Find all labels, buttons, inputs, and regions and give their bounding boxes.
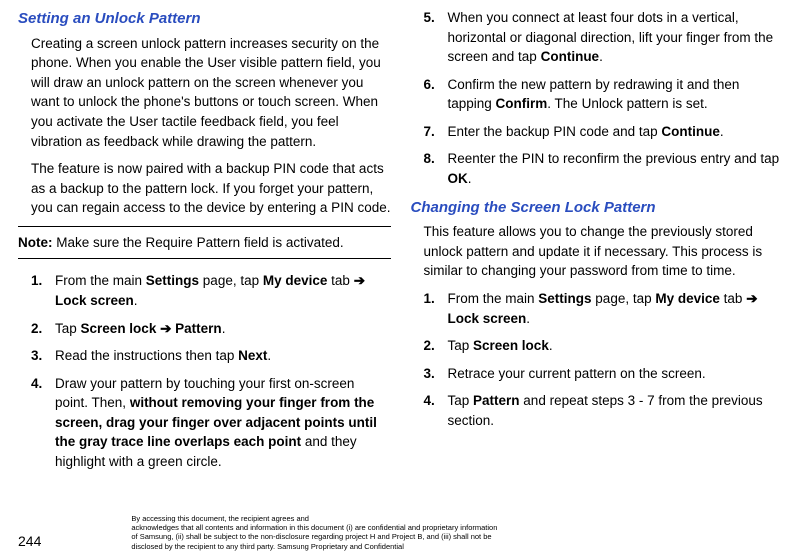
step-number: 7. <box>424 122 448 142</box>
bold-text: Settings <box>538 291 591 306</box>
text: . <box>468 171 472 186</box>
step-content: Tap Screen lock ➔ Pattern. <box>55 319 391 339</box>
footer-line: acknowledges that all contents and infor… <box>131 523 497 532</box>
bold-text: My device <box>263 273 328 288</box>
step-content: Enter the backup PIN code and tap Contin… <box>448 122 784 142</box>
bold-text: Lock screen <box>448 311 527 326</box>
step-number: 2. <box>424 336 448 356</box>
step-number: 2. <box>31 319 55 339</box>
step-content: Reenter the PIN to reconfirm the previou… <box>448 149 784 188</box>
bold-text: OK <box>448 171 468 186</box>
bold-text: Continue <box>661 124 720 139</box>
step-item: 1. From the main Settings page, tap My d… <box>31 271 391 310</box>
bold-text: Lock screen <box>55 293 134 308</box>
text: From the main <box>448 291 539 306</box>
text: When you connect at least four dots in a… <box>448 10 774 64</box>
step-number: 4. <box>31 374 55 472</box>
para-change-intro: This feature allows you to change the pr… <box>424 222 784 281</box>
heading-setting-unlock: Setting an Unlock Pattern <box>18 8 391 30</box>
step-content: From the main Settings page, tap My devi… <box>55 271 391 310</box>
footer-line: By accessing this document, the recipien… <box>131 514 309 523</box>
two-column-layout: Setting an Unlock Pattern Creating a scr… <box>18 8 783 479</box>
text: page, tap <box>592 291 656 306</box>
steps-list-right-b: 1. From the main Settings page, tap My d… <box>424 289 784 430</box>
text: Tap <box>448 393 474 408</box>
text: . <box>549 338 553 353</box>
step-item: 4. Draw your pattern by touching your fi… <box>31 374 391 472</box>
step-number: 1. <box>31 271 55 310</box>
step-number: 8. <box>424 149 448 188</box>
step-content: Retrace your current pattern on the scre… <box>448 364 784 384</box>
step-number: 3. <box>31 346 55 366</box>
step-number: 3. <box>424 364 448 384</box>
step-number: 4. <box>424 391 448 430</box>
text: page, tap <box>199 273 263 288</box>
step-item: 1. From the main Settings page, tap My d… <box>424 289 784 328</box>
bold-text: Continue <box>541 49 600 64</box>
step-content: Tap Pattern and repeat steps 3 - 7 from … <box>448 391 784 430</box>
step-number: 1. <box>424 289 448 328</box>
bold-text: Confirm <box>496 96 548 111</box>
bold-text: Next <box>238 348 267 363</box>
para-intro-1: Creating a screen unlock pattern increas… <box>31 34 391 151</box>
footer-line: of Samsung, (ii) shall be subject to the… <box>131 532 491 541</box>
text: From the main <box>55 273 146 288</box>
text: Reenter the PIN to reconfirm the previou… <box>448 151 780 166</box>
step-content: Draw your pattern by touching your first… <box>55 374 391 472</box>
step-content: When you connect at least four dots in a… <box>448 8 784 67</box>
text: Read the instructions then tap <box>55 348 238 363</box>
bold-text: Pattern <box>175 321 222 336</box>
text: tab <box>327 273 353 288</box>
bold-text: Settings <box>146 273 199 288</box>
text: . The Unlock pattern is set. <box>547 96 707 111</box>
page-number: 244 <box>18 531 41 551</box>
step-item: 4. Tap Pattern and repeat steps 3 - 7 fr… <box>424 391 784 430</box>
footer-confidential-text: By accessing this document, the recipien… <box>131 514 497 552</box>
text: . <box>134 293 138 308</box>
right-column: 5. When you connect at least four dots i… <box>411 8 784 479</box>
page-footer: 244 By accessing this document, the reci… <box>18 514 783 552</box>
note-text: Make sure the Require Pattern field is a… <box>53 235 344 250</box>
step-content: Tap Screen lock. <box>448 336 784 356</box>
note-label: Note: <box>18 235 53 250</box>
step-content: From the main Settings page, tap My devi… <box>448 289 784 328</box>
bold-text: Screen lock <box>81 321 157 336</box>
step-item: 3. Read the instructions then tap Next. <box>31 346 391 366</box>
bold-text: Pattern <box>473 393 520 408</box>
step-content: Read the instructions then tap Next. <box>55 346 391 366</box>
note-block: Note: Make sure the Require Pattern fiel… <box>18 226 391 260</box>
step-item: 7. Enter the backup PIN code and tap Con… <box>424 122 784 142</box>
text: . <box>267 348 271 363</box>
arrow-icon: ➔ <box>354 273 365 288</box>
text: Tap <box>55 321 81 336</box>
text: Enter the backup PIN code and tap <box>448 124 662 139</box>
bold-text: My device <box>655 291 720 306</box>
arrow-icon: ➔ <box>160 321 171 336</box>
heading-changing-pattern: Changing the Screen Lock Pattern <box>411 197 784 219</box>
para-intro-2: The feature is now paired with a backup … <box>31 159 391 218</box>
text: . <box>222 321 226 336</box>
step-number: 5. <box>424 8 448 67</box>
step-item: 2. Tap Screen lock ➔ Pattern. <box>31 319 391 339</box>
text: . <box>599 49 603 64</box>
bold-text: Screen lock <box>473 338 549 353</box>
text: . <box>720 124 724 139</box>
arrow-icon: ➔ <box>746 291 757 306</box>
step-item: 8. Reenter the PIN to reconfirm the prev… <box>424 149 784 188</box>
text: . <box>526 311 530 326</box>
step-content: Confirm the new pattern by redrawing it … <box>448 75 784 114</box>
step-item: 5. When you connect at least four dots i… <box>424 8 784 67</box>
text: Tap <box>448 338 474 353</box>
text: Retrace your current pattern on the scre… <box>448 366 706 381</box>
step-item: 3. Retrace your current pattern on the s… <box>424 364 784 384</box>
left-column: Setting an Unlock Pattern Creating a scr… <box>18 8 391 479</box>
footer-line: disclosed by the recipient to any third … <box>131 542 404 551</box>
step-item: 2. Tap Screen lock. <box>424 336 784 356</box>
steps-list-right-a: 5. When you connect at least four dots i… <box>424 8 784 189</box>
text: tab <box>720 291 746 306</box>
steps-list-left: 1. From the main Settings page, tap My d… <box>31 271 391 471</box>
step-number: 6. <box>424 75 448 114</box>
step-item: 6. Confirm the new pattern by redrawing … <box>424 75 784 114</box>
